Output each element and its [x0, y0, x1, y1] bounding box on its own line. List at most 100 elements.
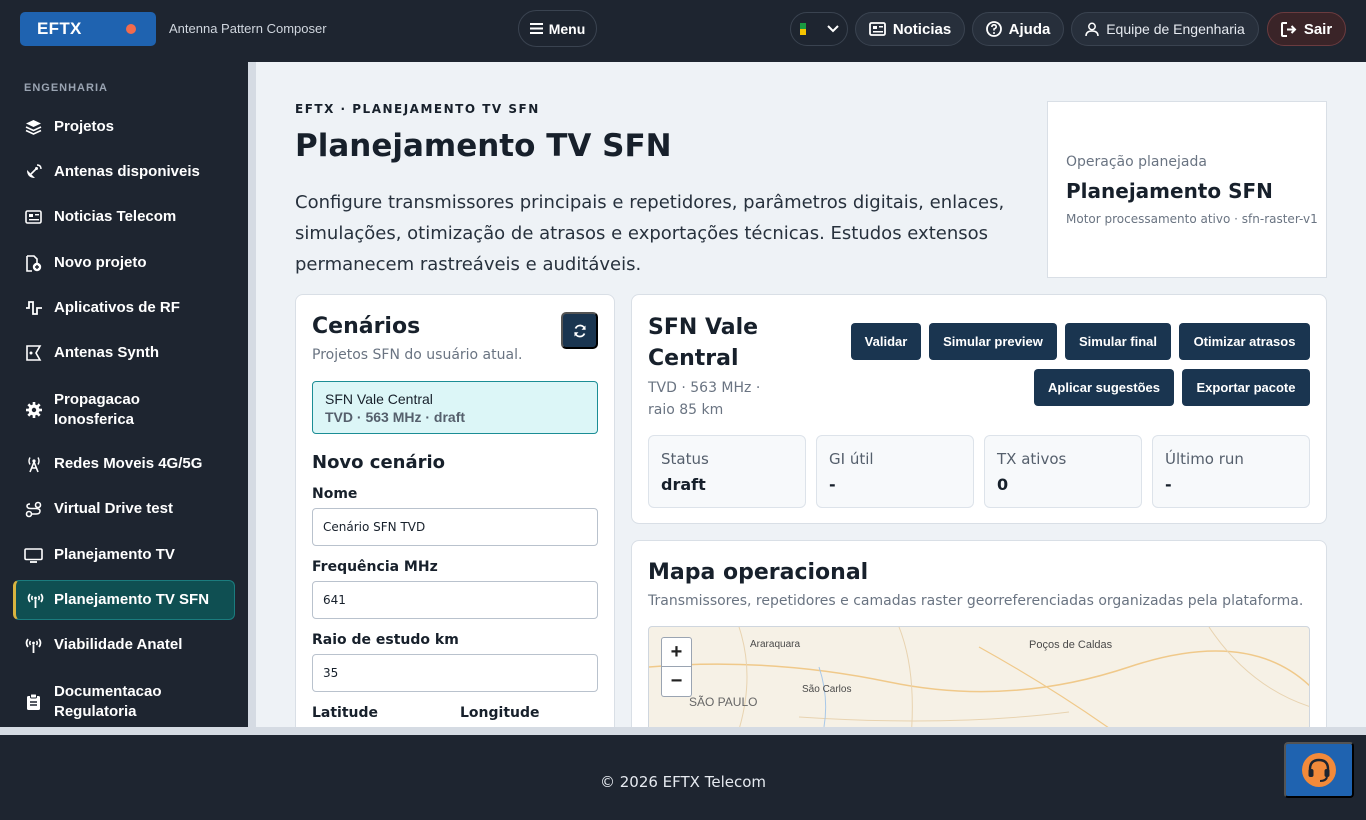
apply-suggestions-button[interactable]: Aplicar sugestões: [1034, 369, 1174, 406]
map-label-araraquara: Araraquara: [750, 639, 801, 650]
user-button-label: Equipe de Engenharia: [1106, 21, 1245, 37]
sidebar-item-aplicativos-rf[interactable]: Aplicativos de RF: [13, 295, 235, 321]
help-button[interactable]: Ajuda: [972, 12, 1064, 46]
hamburger-icon: [529, 23, 543, 34]
name-label: Nome: [312, 486, 358, 502]
map-roads: [649, 627, 1309, 727]
newspaper-icon: [13, 210, 54, 224]
news-button-label: Noticias: [892, 20, 952, 38]
simulate-final-button[interactable]: Simular final: [1065, 323, 1171, 360]
stat-ultimo-run: Último run -: [1152, 435, 1310, 508]
sign-out-icon: [1280, 21, 1297, 37]
gear-icon: [13, 401, 54, 419]
operation-label: Operação planejada: [1066, 154, 1207, 170]
zoom-in-button[interactable]: +: [661, 637, 692, 667]
tv-icon: [13, 547, 54, 563]
brand-name: EFTX: [37, 19, 82, 38]
menu-button-label: Menu: [548, 20, 586, 37]
sidebar-item-planejamento-tv-sfn[interactable]: Planejamento TV SFN: [13, 580, 235, 620]
brand-logo[interactable]: EFTX: [20, 12, 156, 46]
scenario-list-item[interactable]: SFN Vale Central TVD · 563 MHz · draft: [312, 381, 598, 434]
sidebar-item-viabilidade-anatel[interactable]: Viabilidade Anatel: [13, 632, 235, 658]
refresh-icon: [573, 324, 586, 337]
radius-input[interactable]: [312, 654, 598, 692]
validate-button[interactable]: Validar: [851, 323, 921, 360]
clipboard-icon: [13, 693, 54, 711]
top-bar: EFTX Antenna Pattern Composer Menu Notic…: [0, 0, 1366, 62]
scenario-meta: TVD · 563 MHz · draft: [325, 409, 466, 425]
export-package-button[interactable]: Exportar pacote: [1182, 369, 1310, 406]
sidebar-item-virtual-drive-test[interactable]: Virtual Drive test: [13, 496, 235, 522]
status-badge: draft: [661, 475, 706, 494]
logout-button[interactable]: Sair: [1267, 12, 1346, 46]
sidebar: ENGENHARIA Projetos Antenas disponiveis …: [0, 62, 248, 727]
sidebar-item-noticias-telecom[interactable]: Noticias Telecom: [13, 204, 235, 230]
scenario-detail-subtitle: TVD · 563 MHz · raio 85 km: [648, 380, 761, 418]
simulate-preview-button[interactable]: Simular preview: [929, 323, 1057, 360]
news-button[interactable]: Noticias: [855, 12, 965, 46]
sidebar-item-projetos[interactable]: Projetos: [13, 114, 235, 140]
page-title: Planejamento TV SFN: [295, 128, 672, 164]
app-subtitle: Antenna Pattern Composer: [169, 21, 327, 36]
sidebar-section-title: ENGENHARIA: [24, 82, 108, 94]
stat-gi-util: GI útil -: [816, 435, 974, 508]
optimize-delays-button[interactable]: Otimizar atrasos: [1179, 323, 1310, 360]
sidebar-item-documentacao-regulatoria[interactable]: Documentacao Regulatoria: [13, 681, 235, 723]
scenario-detail-title: SFN Vale Central: [648, 315, 759, 371]
latitude-label: Latitude: [312, 705, 379, 721]
footer-copyright: © 2026 EFTX Telecom: [599, 773, 767, 791]
brazil-flag-icon: [799, 23, 806, 35]
language-select[interactable]: [790, 12, 848, 46]
footer-divider: [0, 727, 1366, 735]
new-scenario-title: Novo cenário: [312, 452, 446, 473]
sidebar-item-novo-projeto[interactable]: Novo projeto: [13, 250, 235, 276]
layers-icon: [13, 119, 54, 135]
map-canvas[interactable]: + − Araraquara Poços de Caldas São Carlo…: [648, 626, 1310, 727]
file-plus-icon: [13, 254, 54, 272]
refresh-button[interactable]: [561, 312, 598, 349]
question-circle-icon: [985, 21, 1002, 37]
frequency-label: Frequência MHz: [312, 559, 438, 575]
signal-wave-icon: [13, 300, 54, 316]
map-subtitle: Transmissores, repetidores e camadas ras…: [648, 593, 1304, 609]
footer: © 2026 EFTX Telecom: [0, 735, 1366, 820]
logout-button-label: Sair: [1303, 20, 1333, 38]
zoom-out-button[interactable]: −: [661, 667, 692, 697]
sidebar-item-propagacao-ionosferica[interactable]: Propagacao Ionosferica: [13, 389, 235, 431]
broadcast-icon: [13, 637, 54, 654]
headset-icon: [1302, 753, 1336, 787]
breadcrumb: EFTX · PLANEJAMENTO TV SFN: [295, 102, 540, 116]
sidebar-divider: [248, 62, 256, 727]
support-chat-button[interactable]: [1284, 742, 1354, 798]
stat-status: Status draft: [648, 435, 806, 508]
operation-title: Planejamento SFN: [1066, 179, 1273, 203]
operational-map-panel: Mapa operacional Transmissores, repetido…: [631, 540, 1327, 727]
menu-button[interactable]: Menu: [518, 10, 597, 47]
cell-tower-icon: [13, 456, 54, 473]
satellite-dish-icon: [13, 164, 54, 180]
status-dot-icon: [126, 24, 136, 34]
sidebar-item-planejamento-tv[interactable]: Planejamento TV: [13, 542, 235, 568]
antenna-synth-icon: [13, 345, 54, 361]
scenario-name: SFN Vale Central: [325, 391, 433, 407]
map-title: Mapa operacional: [648, 560, 869, 585]
broadcast-icon: [16, 592, 54, 609]
user-button[interactable]: Equipe de Engenharia: [1071, 12, 1259, 46]
sidebar-item-antenas-disponiveis[interactable]: Antenas disponiveis: [13, 159, 235, 185]
sidebar-item-redes-moveis[interactable]: Redes Moveis 4G/5G: [13, 451, 235, 477]
name-input[interactable]: [312, 508, 598, 546]
operation-card: Operação planejada Planejamento SFN Moto…: [1047, 101, 1327, 278]
user-icon: [1085, 22, 1099, 36]
scenario-detail-panel: SFN Vale Central TVD · 563 MHz · raio 85…: [631, 294, 1327, 524]
main-content: EFTX · PLANEJAMENTO TV SFN Planejamento …: [256, 62, 1366, 727]
page-description: Configure transmissores principais e rep…: [295, 192, 1005, 275]
frequency-input[interactable]: [312, 581, 598, 619]
operation-meta: Motor processamento ativo · sfn-raster-v…: [1066, 212, 1318, 226]
stat-tx-ativos: TX ativos 0: [984, 435, 1142, 508]
route-icon: [13, 501, 54, 518]
scenarios-panel: Cenários Projetos SFN do usuário atual. …: [295, 294, 615, 727]
map-label-sao-carlos: São Carlos: [802, 684, 852, 695]
sidebar-item-antenas-synth[interactable]: Antenas Synth: [13, 340, 235, 366]
newspaper-icon: [868, 22, 886, 36]
radius-label: Raio de estudo km: [312, 632, 459, 648]
